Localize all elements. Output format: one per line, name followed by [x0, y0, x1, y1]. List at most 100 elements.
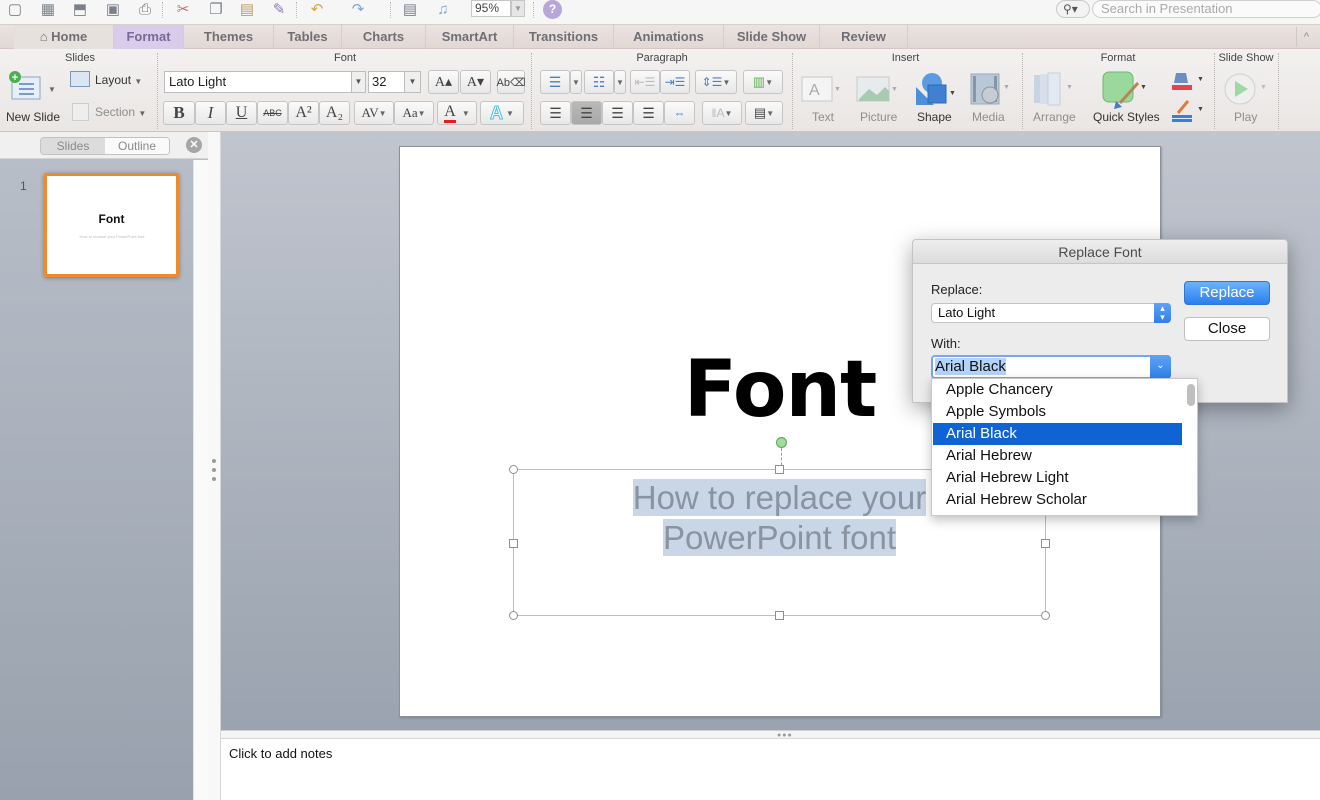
search-icon[interactable]: ⚲▾	[1056, 0, 1090, 18]
align-right-button[interactable]: ☰	[602, 101, 633, 125]
new-doc-icon[interactable]: ▢	[4, 0, 26, 18]
slide-view-icon[interactable]: ▤	[399, 0, 421, 18]
print-icon[interactable]: ⎙	[134, 0, 156, 18]
character-spacing-button[interactable]: AV ▼	[354, 101, 394, 125]
section-button[interactable]: Section ▼	[95, 105, 146, 119]
zoom-level-input[interactable]: 95%	[471, 0, 511, 17]
quick-styles-button[interactable]: ▼	[1100, 69, 1150, 109]
columns-button[interactable]: ▥ ▼	[743, 70, 783, 94]
tab-outline[interactable]: Outline	[105, 138, 169, 154]
grow-font-button[interactable]: A▴	[428, 70, 459, 94]
notes-splitter[interactable]: ●●●	[221, 730, 1320, 739]
resize-handle-bottom-right[interactable]	[1041, 611, 1050, 620]
pane-splitter[interactable]	[208, 132, 221, 800]
resize-handle-bottom[interactable]	[775, 611, 784, 620]
font-name-input[interactable]: Lato Light	[164, 71, 352, 93]
font-size-dropdown[interactable]: ▼	[405, 71, 421, 93]
tab-animations[interactable]: Animations	[614, 25, 724, 49]
align-center-button[interactable]: ☰	[571, 101, 602, 125]
numbering-dropdown[interactable]: ▼	[614, 70, 626, 94]
bullets-dropdown[interactable]: ▼	[570, 70, 582, 94]
close-button[interactable]: Close	[1184, 317, 1270, 341]
insert-media-button[interactable]: ▼	[968, 71, 1012, 107]
format-painter-icon[interactable]: ✎	[268, 0, 290, 18]
line-spacing-button[interactable]: ⇕☰ ▼	[695, 70, 737, 94]
layout-button[interactable]: Layout ▼	[95, 73, 142, 87]
shrink-font-button[interactable]: A▾	[460, 70, 491, 94]
with-font-combobox[interactable]: Arial Black ⌄	[931, 355, 1171, 379]
tab-slides[interactable]: Slides	[41, 138, 105, 154]
undo-icon[interactable]: ↶	[306, 0, 328, 18]
copy-icon[interactable]: ❐	[205, 0, 227, 18]
text-box-align-button[interactable]: ▤ ▼	[745, 101, 783, 125]
tab-slide-show[interactable]: Slide Show	[724, 25, 820, 49]
cut-icon[interactable]: ✂	[172, 0, 194, 18]
font-option[interactable]: Arial Hebrew	[933, 445, 1182, 467]
new-slide-button[interactable]: +	[8, 69, 44, 105]
resize-handle-top[interactable]	[775, 465, 784, 474]
change-case-button[interactable]: Aa ▼	[394, 101, 434, 125]
subscript-button[interactable]: A₂	[319, 101, 350, 125]
font-name-dropdown[interactable]: ▼	[352, 71, 366, 93]
shape-fill-button[interactable]: ▼	[1170, 69, 1206, 93]
tab-smartart[interactable]: SmartArt	[426, 25, 514, 49]
gallery-icon[interactable]: ▦	[37, 0, 59, 18]
resize-handle-top-left[interactable]	[509, 465, 518, 474]
decrease-indent-button[interactable]: ⇤☰	[630, 70, 660, 94]
slides-pane-scrollbar[interactable]	[193, 160, 208, 800]
search-input[interactable]: Search in Presentation	[1092, 0, 1320, 18]
tab-home[interactable]: ⌂ Home	[14, 25, 114, 49]
bold-button[interactable]: B	[163, 101, 195, 125]
resize-handle-bottom-left[interactable]	[509, 611, 518, 620]
font-option[interactable]: Apple Chancery	[933, 379, 1182, 401]
dialog-title[interactable]: Replace Font	[913, 240, 1287, 264]
zoom-dropdown[interactable]: ▼	[511, 0, 525, 17]
strikethrough-button[interactable]: ABC	[257, 101, 288, 125]
text-direction-button[interactable]: ‖A ▼	[702, 101, 742, 125]
italic-button[interactable]: I	[195, 101, 226, 125]
close-pane-icon[interactable]: ✕	[186, 137, 202, 153]
chevron-down-icon[interactable]: ⌄	[1150, 355, 1171, 379]
paste-icon[interactable]: ▤	[236, 0, 258, 18]
tab-themes[interactable]: Themes	[184, 25, 274, 49]
slide-thumbnail[interactable]: Font How to replace your PowerPoint font	[44, 173, 179, 277]
open-icon[interactable]: ⬒	[69, 0, 91, 18]
text-effects-button[interactable]: A ▼	[480, 101, 524, 125]
tab-charts[interactable]: Charts	[342, 25, 426, 49]
font-option[interactable]: Apple Symbols	[933, 401, 1182, 423]
notes-pane[interactable]: Click to add notes	[221, 739, 1320, 800]
collapse-ribbon-icon[interactable]: ^	[1296, 27, 1316, 47]
align-left-button[interactable]: ☰	[540, 101, 571, 125]
tab-review[interactable]: Review	[820, 25, 908, 49]
increase-indent-button[interactable]: ⇥☰	[660, 70, 690, 94]
font-color-button[interactable]: A ▼	[437, 101, 477, 125]
clear-formatting-button[interactable]: Ab⌫	[497, 70, 526, 94]
bullets-button[interactable]: ☰	[540, 70, 570, 94]
font-list-scrollbar[interactable]	[1187, 384, 1195, 406]
font-option[interactable]: Arial Hebrew Scholar	[933, 489, 1182, 511]
rotation-handle[interactable]	[776, 437, 787, 448]
superscript-button[interactable]: A²	[288, 101, 319, 125]
replace-font-select[interactable]: Lato Light ▴ ▾	[931, 303, 1171, 323]
notes-placeholder[interactable]: Click to add notes	[229, 746, 332, 761]
font-size-input[interactable]: 32	[368, 71, 405, 93]
arrange-button[interactable]: ▼	[1030, 71, 1078, 107]
media-icon[interactable]: ♫	[432, 0, 454, 18]
help-icon[interactable]: ?	[543, 0, 562, 19]
new-slide-dropdown[interactable]: ▼	[48, 85, 56, 94]
justify-button[interactable]: ☰	[633, 101, 664, 125]
insert-shape-button[interactable]: ▼	[912, 71, 958, 107]
insert-text-button[interactable]: A ▼	[800, 73, 840, 105]
play-button[interactable]: ▼	[1222, 71, 1270, 107]
save-icon[interactable]: ▣	[102, 0, 124, 18]
distributed-button[interactable]: ⇔	[664, 101, 695, 125]
underline-button[interactable]: U	[226, 101, 257, 125]
insert-picture-button[interactable]: ▼	[855, 73, 899, 105]
numbering-button[interactable]: ☷	[584, 70, 614, 94]
font-option-selected[interactable]: Arial Black	[933, 423, 1182, 445]
replace-button[interactable]: Replace	[1184, 281, 1270, 305]
font-option[interactable]: Arial Hebrew Light	[933, 467, 1182, 489]
tab-format[interactable]: Format	[114, 25, 184, 49]
redo-icon[interactable]: ↷	[347, 0, 369, 18]
shape-line-button[interactable]: ▼	[1170, 99, 1206, 125]
